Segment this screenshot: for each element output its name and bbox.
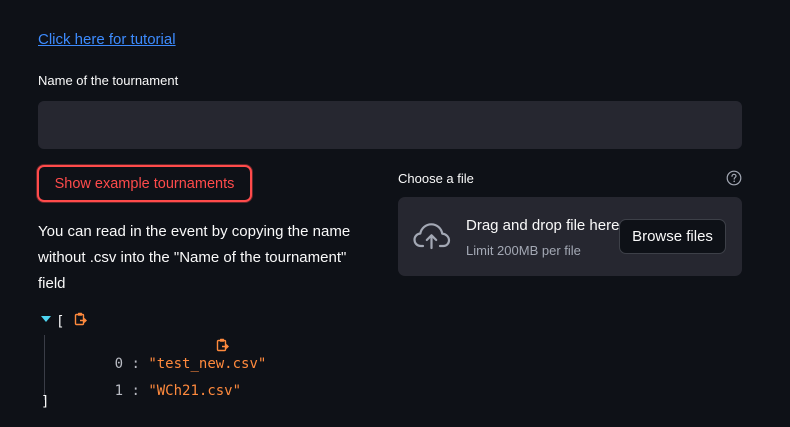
json-item-value: "WCh21.csv"	[148, 383, 242, 399]
json-item: 1 : "WCh21.csv"	[64, 367, 241, 415]
browse-files-button[interactable]: Browse files	[619, 219, 726, 254]
tutorial-link[interactable]: Click here for tutorial	[38, 31, 176, 48]
copy-icon[interactable]	[74, 312, 88, 326]
tournament-name-label: Name of the tournament	[38, 73, 179, 88]
file-uploader-label: Choose a file	[398, 171, 474, 186]
json-close-bracket: ]	[41, 394, 50, 410]
json-indent-guide	[44, 335, 45, 400]
help-circle-icon[interactable]	[726, 170, 742, 186]
info-text: You can read in the event by copying the…	[38, 223, 351, 292]
json-item-colon: :	[123, 383, 149, 399]
cloud-upload-icon	[413, 223, 451, 250]
dropzone-title: Drag and drop file here	[466, 217, 620, 234]
app-page: Click here for tutorial Name of the tour…	[0, 0, 790, 427]
tournament-name-input[interactable]	[38, 101, 742, 149]
file-dropzone[interactable]: Drag and drop file here Limit 200MB per …	[398, 197, 742, 276]
show-example-tournaments-button[interactable]: Show example tournaments	[37, 165, 252, 202]
json-item-index: 1	[114, 383, 124, 399]
dropzone-limit-text: Limit 200MB per file	[466, 243, 581, 258]
json-open-bracket: [	[56, 314, 65, 330]
json-viewer: [ 0 : "test_new.csv" 1 : "WCh21.csv" ]	[38, 310, 378, 420]
copy-icon[interactable]	[216, 338, 230, 352]
caret-down-icon[interactable]	[41, 316, 51, 322]
